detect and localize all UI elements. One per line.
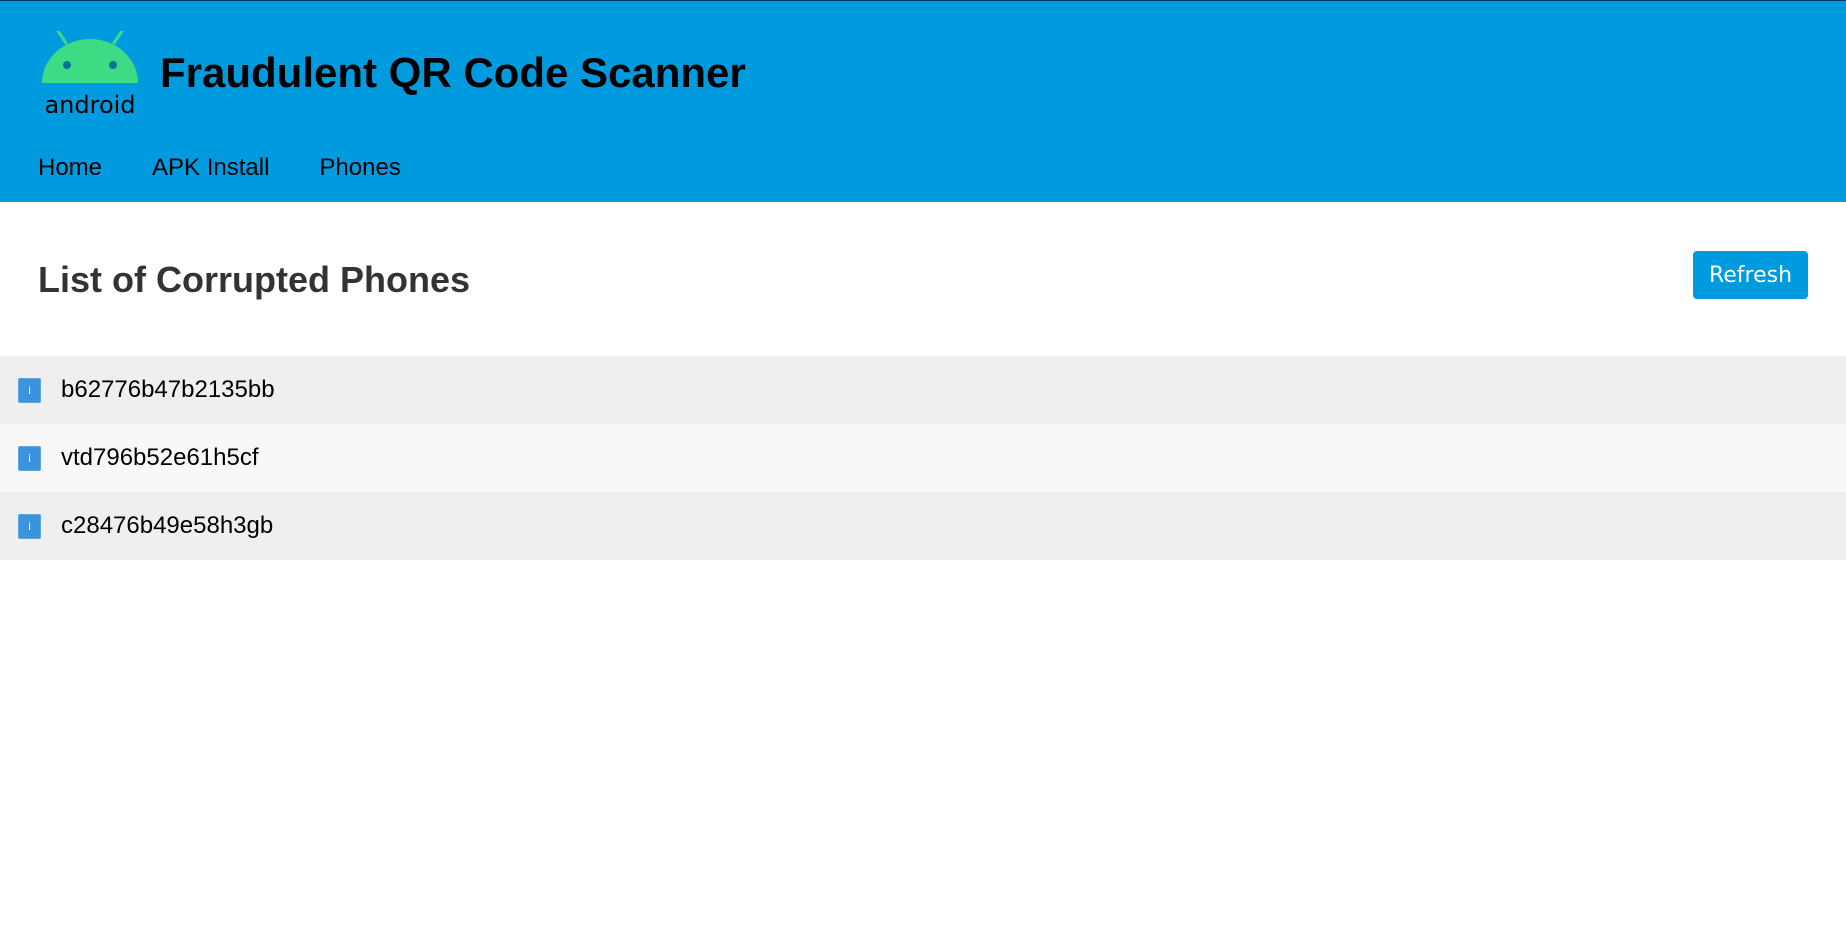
android-logo: android — [42, 31, 138, 119]
phone-id: b62776b47b2135bb — [61, 376, 275, 403]
phone-list: i b62776b47b2135bb i vtd796b52e61h5cf i … — [0, 356, 1846, 560]
app-header: android Fraudulent QR Code Scanner Home … — [0, 0, 1846, 202]
android-logo-wordmark: android — [44, 91, 135, 119]
phone-id: c28476b49e58h3gb — [61, 512, 274, 539]
info-icon[interactable]: i — [18, 514, 41, 539]
phone-list-item: i b62776b47b2135bb — [0, 356, 1846, 424]
info-icon[interactable]: i — [18, 378, 41, 403]
main-nav: Home APK Install Phones — [38, 153, 401, 183]
phone-list-item: i c28476b49e58h3gb — [0, 492, 1846, 560]
page-title: List of Corrupted Phones — [38, 259, 470, 300]
info-icon[interactable]: i — [18, 446, 41, 471]
nav-home-link[interactable]: Home — [38, 153, 102, 183]
app-title: Fraudulent QR Code Scanner — [160, 49, 746, 96]
nav-phones-link[interactable]: Phones — [319, 153, 400, 183]
nav-apk-install-link[interactable]: APK Install — [152, 153, 269, 183]
phone-id: vtd796b52e61h5cf — [61, 444, 259, 471]
refresh-button[interactable]: Refresh — [1693, 251, 1808, 299]
phone-list-item: i vtd796b52e61h5cf — [0, 424, 1846, 492]
